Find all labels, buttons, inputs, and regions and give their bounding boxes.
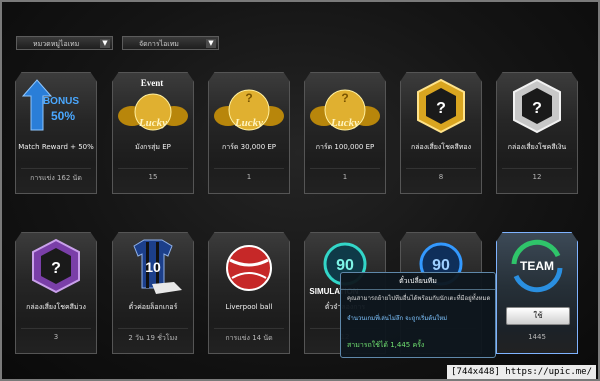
item-card-match-reward[interactable]: BONUS 50% Match Reward + 50% การแข่ง 162… <box>15 72 97 194</box>
item-card-30000-ep[interactable]: ? Lucky การ์ด 30,000 EP 1 <box>208 72 290 194</box>
divider <box>406 168 476 169</box>
tooltip-title: ตั๋วเปลี่ยนทีม <box>399 277 437 285</box>
item-inventory-window: หมวดหมู่ไอเทม ▼ จัดการไอเทม ▼ BONUS 50% … <box>0 0 600 381</box>
item-name: Match Reward + 50% <box>18 143 94 151</box>
use-button[interactable]: ใช้ <box>506 307 570 325</box>
question-mark: ? <box>51 260 61 277</box>
question-mark: ? <box>532 100 542 117</box>
tooltip-usage-count: สามารถใช้ได้ 1,445 ครั้ง <box>347 341 425 349</box>
item-quantity: 1 <box>246 173 252 181</box>
category-dropdown-label: หมวดหมู่ไอเทม <box>33 40 80 48</box>
item-quantity: 1445 <box>528 333 546 341</box>
tooltip-note: จำนวนเกมที่เล่นไม่ลึก จะถูกเริ่มต้นใหม่ <box>347 315 448 322</box>
divider <box>214 168 284 169</box>
question-mark: ? <box>436 100 446 117</box>
divider <box>21 168 91 169</box>
item-card-100000-ep[interactable]: ? Lucky การ์ด 100,000 EP 1 <box>304 72 386 194</box>
divider <box>21 328 91 329</box>
item-name: Liverpool ball <box>225 303 273 311</box>
item-card-gold-box[interactable]: ? กล่องเสี่ยงโชคสีทอง 8 <box>400 72 482 194</box>
item-quantity: 3 <box>53 333 59 341</box>
event-lucky-coin-icon: Event Lucky <box>118 78 188 131</box>
jersey-boots-icon: 10 <box>133 239 182 294</box>
svg-text:?: ? <box>245 91 252 105</box>
category-dropdown[interactable]: หมวดหมู่ไอเทม ▼ <box>16 36 113 50</box>
tooltip-description: คุณสามารถย้ายไปทีมอื่นได้พร้อมกับนักเตะท… <box>347 295 491 302</box>
team-text: TEAM <box>520 259 554 273</box>
divider <box>118 328 188 329</box>
jersey-number: 10 <box>145 259 161 275</box>
item-name: กล่องเสี่ยงโชคสีเงิน <box>507 143 567 151</box>
item-tooltip: ตั๋วเปลี่ยนทีม คุณสามารถย้ายไปทีมอื่นได้… <box>340 272 496 358</box>
divider <box>214 328 284 329</box>
purple-mystery-box-icon: ? <box>32 238 80 294</box>
silver-mystery-box-icon: ? <box>513 78 561 134</box>
bonus-text: BONUS <box>43 96 79 107</box>
item-card-liverpool-ball[interactable]: Liverpool ball การแข่ง 14 นัด <box>208 232 290 354</box>
divider <box>310 168 380 169</box>
lucky-text: Lucky <box>234 117 263 129</box>
divider <box>341 289 495 290</box>
chevron-down-icon[interactable]: ▼ <box>206 39 216 48</box>
team-change-icon: TEAM <box>511 239 563 293</box>
item-name: ตั๋วค่อยล็อกเกอร์ <box>128 303 178 311</box>
item-card-team-change[interactable]: TEAM ใช้ 1445 <box>496 232 578 354</box>
lucky-coin-icon: ? Lucky <box>310 89 380 131</box>
divider <box>502 168 572 169</box>
item-name: กล่องเสี่ยงโชคสีม่วง <box>26 303 86 311</box>
item-card-locker-ticket[interactable]: 10 ตั๋วค่อยล็อกเกอร์ 2 วัน 19 ชั่วโมง <box>112 232 194 354</box>
item-card-dragon-ep[interactable]: Event Lucky มังกรสุ่ม EP 15 <box>112 72 194 194</box>
divider <box>118 168 188 169</box>
item-quantity: การแข่ง 162 นัด <box>30 174 82 182</box>
gold-mystery-box-icon: ? <box>417 78 465 134</box>
lucky-text: Lucky <box>330 117 359 129</box>
watermark: [744x448] https://upic.me/ <box>447 365 596 379</box>
event-text: Event <box>141 78 164 88</box>
item-quantity: 2 วัน 19 ชั่วโมง <box>128 334 178 342</box>
bonus-value: 50% <box>51 109 75 123</box>
lucky-coin-icon: ? Lucky <box>214 89 284 131</box>
item-name: มังกรสุ่ม EP <box>135 143 171 151</box>
item-name: การ์ด 30,000 EP <box>221 143 277 151</box>
item-quantity: 12 <box>532 173 542 181</box>
item-quantity: 8 <box>438 173 444 181</box>
lucky-text: Lucky <box>138 117 167 129</box>
item-name: การ์ด 100,000 EP <box>315 143 375 151</box>
chevron-down-icon[interactable]: ▼ <box>100 39 110 48</box>
bonus-50-icon: BONUS 50% <box>21 79 79 131</box>
sort-dropdown[interactable]: จัดการไอเทม ▼ <box>122 36 219 50</box>
item-card-silver-box[interactable]: ? กล่องเสี่ยงโชคสีเงิน 12 <box>496 72 578 194</box>
item-quantity: 15 <box>148 173 158 181</box>
item-card-purple-box[interactable]: ? กล่องเสี่ยงโชคสีม่วง 3 <box>15 232 97 354</box>
svg-text:?: ? <box>341 91 348 105</box>
sort-dropdown-label: จัดการไอเทม <box>139 40 179 48</box>
item-name: กล่องเสี่ยงโชคสีทอง <box>410 143 472 151</box>
item-quantity: 1 <box>342 173 348 181</box>
football-icon <box>226 245 272 291</box>
item-quantity: การแข่ง 14 นัด <box>225 334 273 342</box>
